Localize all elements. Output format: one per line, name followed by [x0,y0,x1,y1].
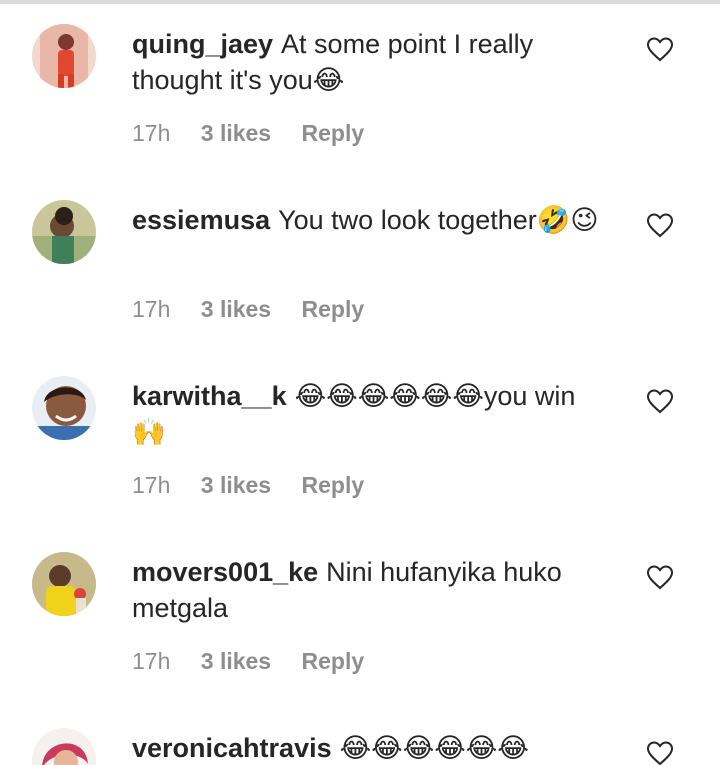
avatar[interactable] [32,376,96,440]
top-divider [0,0,720,4]
comment-time: 17h [132,472,171,498]
comment-item: quing_jaey At some point I really thought… [0,24,720,200]
comment-text-block: karwitha__k 😂😂😂😂😂😂you win 🙌 [132,378,602,450]
comment-text-block: veronicahtravis 😂😂😂😂😂😂 [132,730,602,765]
heart-outline-icon[interactable] [646,564,674,590]
heart-outline-icon[interactable] [646,740,674,765]
avatar[interactable] [32,552,96,616]
heart-outline-icon[interactable] [646,36,674,62]
reply-button[interactable]: Reply [302,472,365,498]
heart-outline-icon[interactable] [646,388,674,414]
comment-text: 😂😂😂😂😂😂 [339,733,529,763]
comment-likes[interactable]: 3 likes [201,472,271,498]
comment-time: 17h [132,296,171,322]
comment-username[interactable]: movers001_ke [132,557,318,587]
reply-button[interactable]: Reply [302,296,365,322]
comment-text: You two look together🤣😉 [278,205,599,235]
avatar[interactable] [32,728,96,765]
comment-username[interactable]: essiemusa [132,205,270,235]
comment-time: 17h [132,120,171,146]
comment-likes[interactable]: 3 likes [201,648,271,674]
comment-username[interactable]: veronicahtravis [132,733,332,763]
comment-username[interactable]: quing_jaey [132,29,273,59]
reply-button[interactable]: Reply [302,648,365,674]
comment-text-block: quing_jaey At some point I really thought… [132,26,602,98]
comment-item: veronicahtravis 😂😂😂😂😂😂 [0,728,720,765]
comment-meta: 17h 3 likes Reply [132,472,388,499]
comment-username[interactable]: karwitha__k [132,381,287,411]
comment-likes[interactable]: 3 likes [201,296,271,322]
comment-meta: 17h 3 likes Reply [132,120,388,147]
comment-meta: 17h 3 likes Reply [132,648,388,675]
comment-item: karwitha__k 😂😂😂😂😂😂you win 🙌 17h 3 likes R… [0,376,720,552]
comment-meta: 17h 3 likes Reply [132,296,388,323]
comment-likes[interactable]: 3 likes [201,120,271,146]
comment-item: movers001_ke Nini hufanyika huko metgala … [0,552,720,728]
avatar[interactable] [32,24,96,88]
reply-button[interactable]: Reply [302,120,365,146]
comment-time: 17h [132,648,171,674]
comment-text-block: essiemusa You two look together🤣😉 [132,202,602,238]
avatar[interactable] [32,200,96,264]
heart-outline-icon[interactable] [646,212,674,238]
comment-text-block: movers001_ke Nini hufanyika huko metgala [132,554,602,626]
comment-item: essiemusa You two look together🤣😉 17h 3 l… [0,200,720,376]
